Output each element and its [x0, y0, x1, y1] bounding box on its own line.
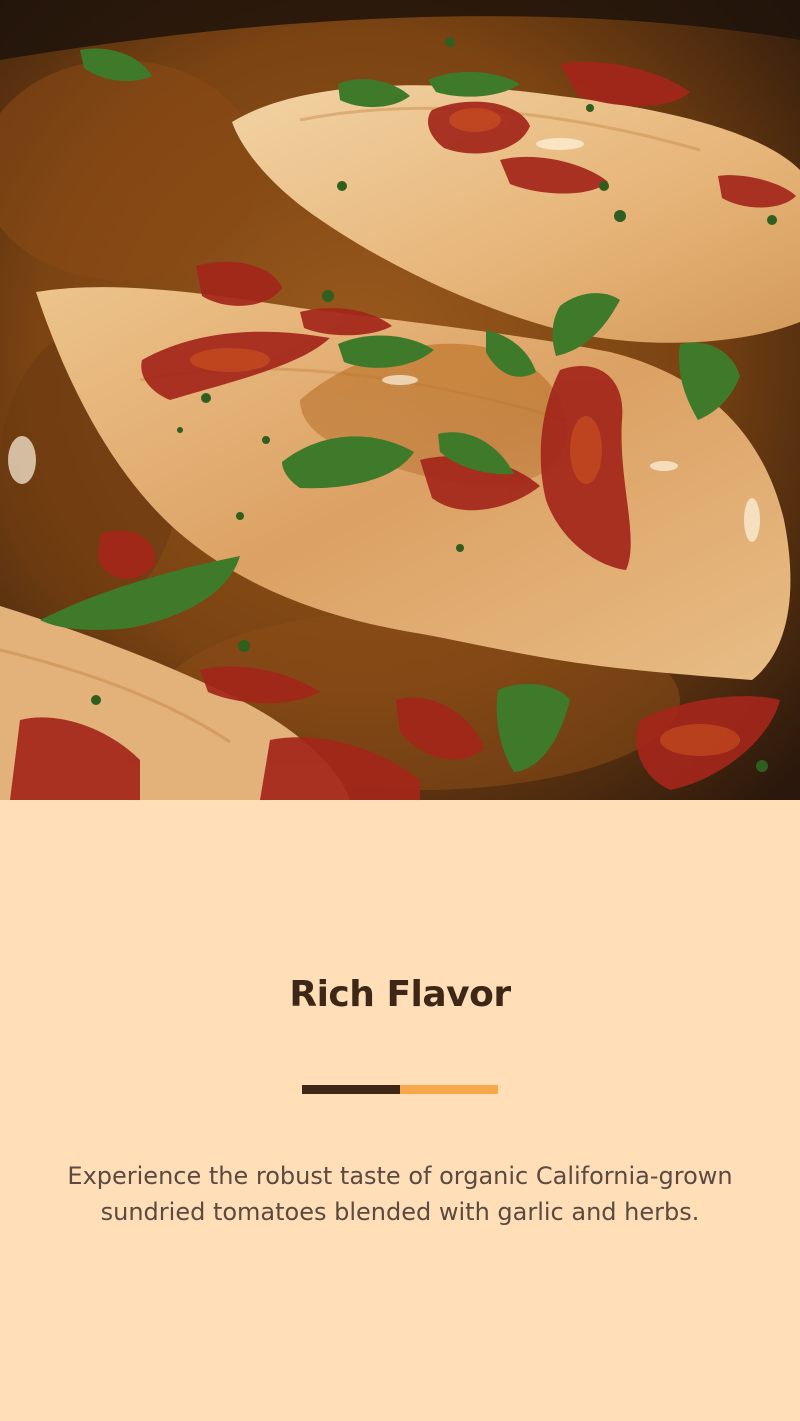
slide-description: Experience the robust taste of organic C… [67, 1162, 733, 1226]
slide-content: Rich Flavor Experience the robust taste … [0, 800, 800, 1421]
progress-filled-segment [302, 1085, 400, 1094]
slide-progress-indicator [302, 1085, 498, 1094]
slide-title: Rich Flavor [289, 974, 511, 1015]
progress-remaining-segment [400, 1085, 498, 1094]
food-photo [0, 0, 800, 800]
onboarding-screen: Rich Flavor Experience the robust taste … [0, 0, 800, 1421]
hero-image [0, 0, 800, 800]
